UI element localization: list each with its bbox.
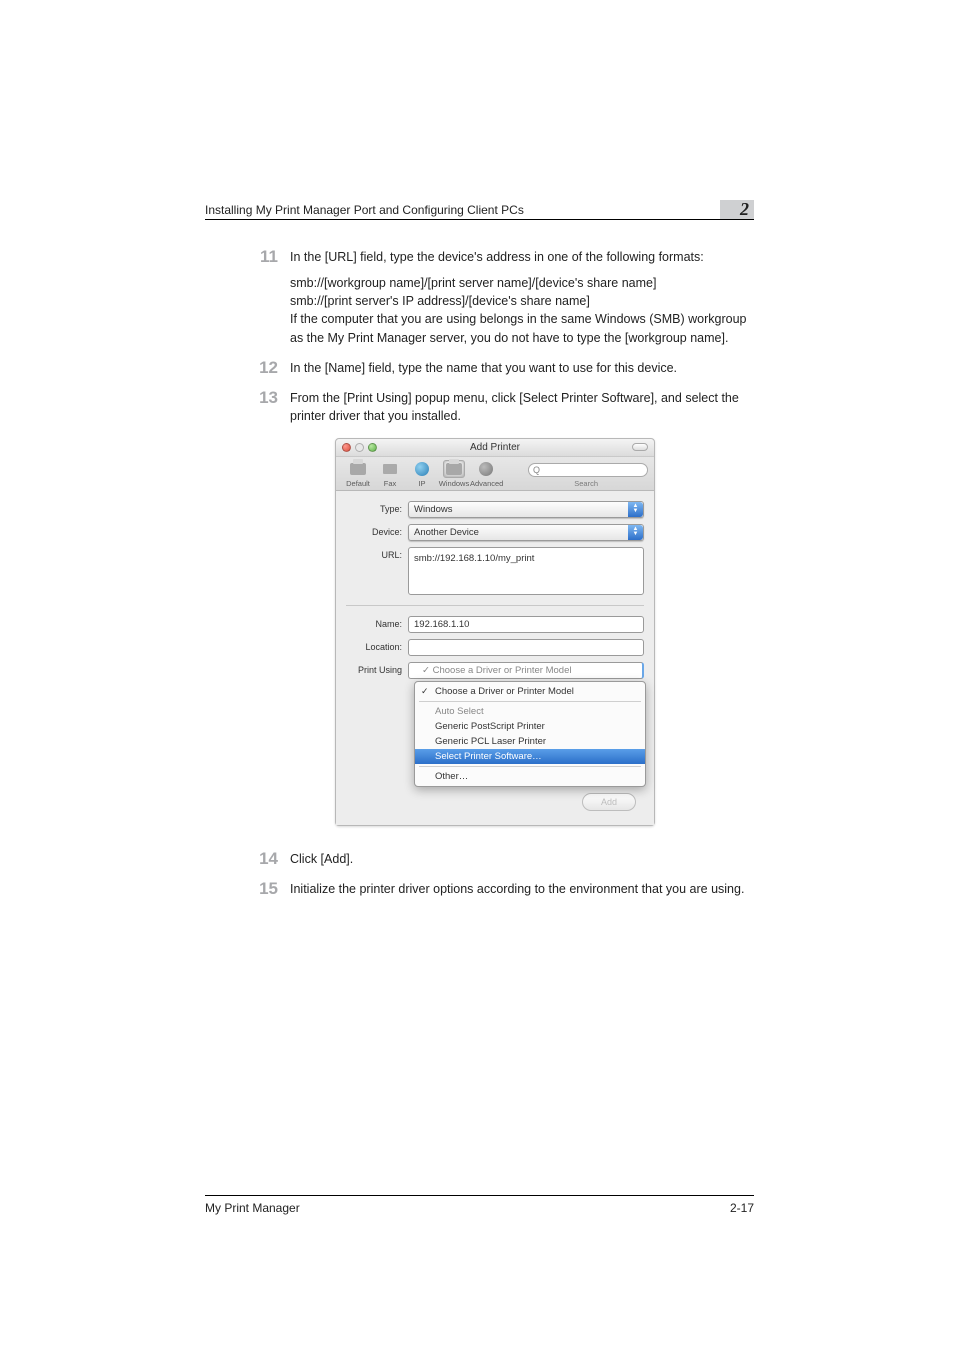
button-row: Add: [346, 787, 644, 819]
add-printer-window: Add Printer Default Fax IP Windows: [335, 438, 655, 826]
menu-separator: [419, 766, 641, 767]
menu-item[interactable]: Other…: [415, 769, 645, 784]
form-row-location: Location:: [346, 639, 644, 656]
toolbar-label: Search: [574, 479, 648, 488]
field-value: Windows: [414, 502, 453, 517]
form-row-name: Name: 192.168.1.10: [346, 616, 644, 633]
field-value: 192.168.1.10: [414, 617, 469, 632]
toolbar-label: Advanced: [470, 479, 502, 488]
form-row-type: Type: Windows ▲▼: [346, 501, 644, 518]
device-popup[interactable]: Another Device ▲▼: [408, 524, 644, 541]
field-label: URL:: [346, 547, 408, 560]
name-field[interactable]: 192.168.1.10: [408, 616, 644, 633]
search-input[interactable]: Q: [528, 463, 648, 477]
step-number: 12: [205, 359, 290, 378]
step-number: 11: [205, 248, 290, 347]
chapter-number-badge: 2: [720, 200, 754, 219]
toolbar-item-windows[interactable]: Windows: [438, 460, 470, 488]
fax-icon: [379, 460, 401, 478]
close-icon[interactable]: [342, 443, 351, 452]
step-11: 11 In the [URL] field, type the device's…: [205, 248, 754, 347]
form-row-device: Device: Another Device ▲▼: [346, 524, 644, 541]
menu-item[interactable]: Select Printer Software…: [415, 749, 645, 764]
add-button[interactable]: Add: [582, 793, 636, 811]
step-number: 15: [205, 880, 290, 899]
toolbar-item-default[interactable]: Default: [342, 460, 374, 488]
footer-right: 2-17: [730, 1201, 754, 1215]
step-body: In the [URL] field, type the device's ad…: [290, 248, 754, 347]
globe-icon: [411, 460, 433, 478]
search-icon: Q: [533, 465, 540, 475]
toolbar-item-advanced[interactable]: Advanced: [470, 460, 502, 488]
page-footer: My Print Manager 2-17: [205, 1195, 754, 1215]
type-popup[interactable]: Windows ▲▼: [408, 501, 644, 518]
minimize-icon[interactable]: [355, 443, 364, 452]
print-using-popup[interactable]: ✓ Choose a Driver or Printer Model: [408, 662, 644, 679]
menu-separator: [419, 701, 641, 702]
step-text: Initialize the printer driver options ac…: [290, 880, 754, 898]
step-text: In the [Name] field, type the name that …: [290, 359, 754, 377]
chevron-updown-icon: ▲▼: [628, 525, 643, 540]
toolbar-item-ip[interactable]: IP: [406, 460, 438, 488]
footer-left: My Print Manager: [205, 1201, 300, 1215]
chevron-updown-icon: ▲▼: [628, 502, 643, 517]
field-label: Name:: [346, 619, 408, 629]
section-title: Installing My Print Manager Port and Con…: [205, 203, 710, 217]
step-13: 13 From the [Print Using] popup menu, cl…: [205, 389, 754, 425]
print-using-menu: Choose a Driver or Printer Model Auto Sel…: [414, 681, 646, 787]
field-label: Location:: [346, 642, 408, 652]
printer-icon: [347, 460, 369, 478]
step-body: Initialize the printer driver options ac…: [290, 880, 754, 899]
step-body: In the [Name] field, type the name that …: [290, 359, 754, 378]
printer-icon: [443, 460, 465, 478]
step-number: 13: [205, 389, 290, 425]
window-toolbar: Default Fax IP Windows Advanced Q: [336, 457, 654, 491]
field-label: Device:: [346, 527, 408, 537]
step-body: From the [Print Using] popup menu, click…: [290, 389, 754, 425]
page-header: Installing My Print Manager Port and Con…: [205, 200, 754, 220]
separator: [346, 605, 644, 606]
step-body: Click [Add].: [290, 850, 754, 869]
menu-item[interactable]: Auto Select: [415, 704, 645, 719]
form-area: Type: Windows ▲▼ Device: Another Device …: [336, 491, 654, 825]
step-14: 14 Click [Add].: [205, 850, 754, 869]
field-value: Choose a Driver or Printer Model: [433, 663, 572, 678]
location-field[interactable]: [408, 639, 644, 656]
button-label: Add: [601, 797, 617, 807]
toolbar-label: Fax: [374, 479, 406, 488]
window-titlebar: Add Printer: [336, 439, 654, 457]
url-field[interactable]: smb://192.168.1.10/my_print: [408, 547, 644, 595]
document-page: Installing My Print Manager Port and Con…: [0, 0, 954, 1350]
menu-item[interactable]: Generic PCL Laser Printer: [415, 734, 645, 749]
menu-item[interactable]: Generic PostScript Printer: [415, 719, 645, 734]
field-label: Type:: [346, 504, 408, 514]
form-row-print-using: Print Using ✓ Choose a Driver or Printer…: [346, 662, 644, 679]
toolbar-label: IP: [406, 479, 438, 488]
field-value: smb://192.168.1.10/my_print: [414, 551, 534, 566]
step-12: 12 In the [Name] field, type the name th…: [205, 359, 754, 378]
toolbar-search-area: Q Search: [502, 463, 648, 488]
step-text: Click [Add].: [290, 850, 754, 868]
window-controls: [342, 443, 377, 452]
zoom-icon[interactable]: [368, 443, 377, 452]
window-title: Add Printer: [336, 439, 654, 457]
gear-icon: [475, 460, 497, 478]
field-value: Another Device: [414, 525, 479, 540]
toolbar-toggle-icon[interactable]: [632, 443, 648, 451]
step-15: 15 Initialize the printer driver options…: [205, 880, 754, 899]
menu-item[interactable]: Choose a Driver or Printer Model: [415, 684, 645, 699]
step-text: In the [URL] field, type the device's ad…: [290, 248, 754, 266]
toolbar-label: Windows: [438, 479, 470, 488]
form-row-url: URL: smb://192.168.1.10/my_print: [346, 547, 644, 595]
toolbar-label: Default: [342, 479, 374, 488]
step-number: 14: [205, 850, 290, 869]
step-text: smb://[workgroup name]/[print server nam…: [290, 274, 754, 347]
field-label: Print Using: [346, 665, 408, 675]
step-text: From the [Print Using] popup menu, click…: [290, 389, 754, 425]
toolbar-item-fax[interactable]: Fax: [374, 460, 406, 488]
